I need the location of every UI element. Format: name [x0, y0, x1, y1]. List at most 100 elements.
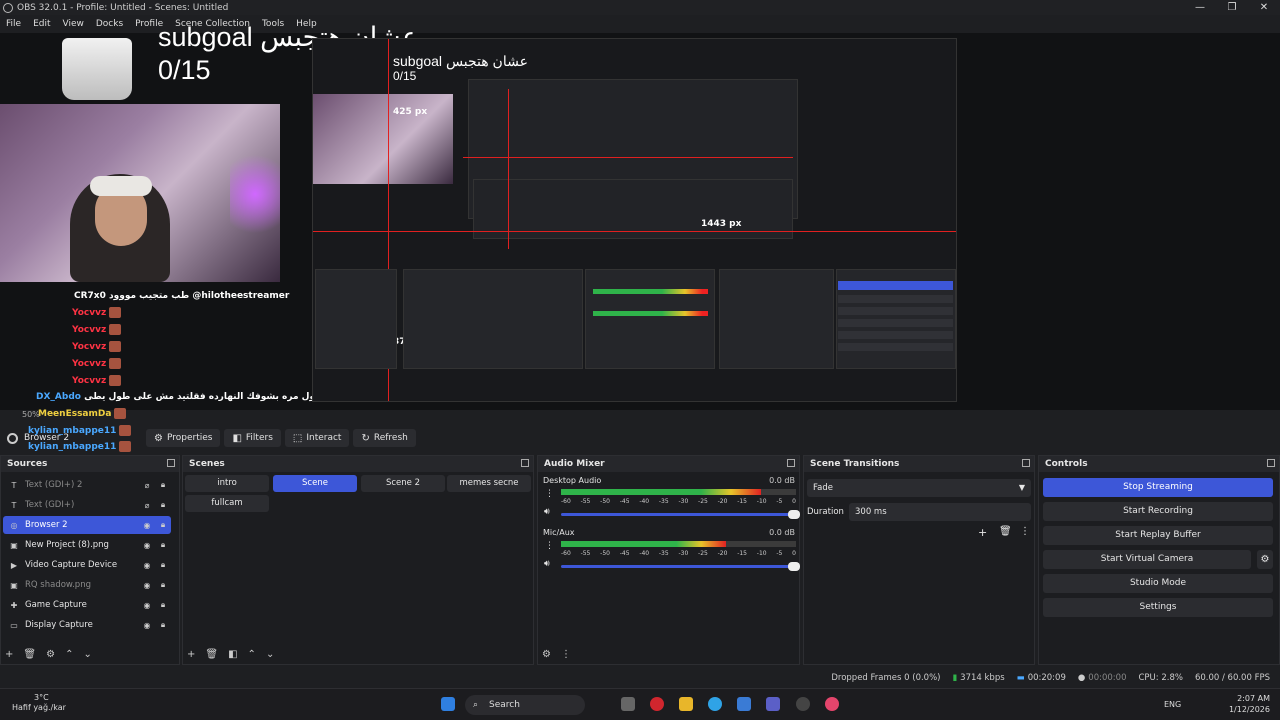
- scene-fullcam[interactable]: fullcam: [185, 495, 269, 512]
- add-source-button[interactable]: +: [5, 649, 13, 660]
- lock-icon[interactable]: 🔒︎: [155, 560, 171, 570]
- source-item[interactable]: ▭ Display Capture ◉ 🔒︎: [3, 616, 171, 634]
- scene-scene[interactable]: Scene: [273, 475, 357, 492]
- transition-select[interactable]: Fade ▼: [807, 479, 1031, 497]
- scene-memes-secne[interactable]: memes secne: [447, 475, 531, 492]
- eye-icon[interactable]: ◉: [139, 561, 155, 570]
- menu-file[interactable]: File: [0, 19, 27, 29]
- taskbar-search[interactable]: ⌕ Search: [465, 695, 585, 715]
- undock-icon[interactable]: [1267, 459, 1275, 467]
- undock-icon[interactable]: [1022, 459, 1030, 467]
- zoom-level[interactable]: 50%: [22, 410, 40, 419]
- stop-streaming-button[interactable]: Stop Streaming: [1043, 478, 1273, 497]
- remove-scene-button[interactable]: 🗑︎: [205, 649, 218, 660]
- duration-input[interactable]: 300 ms: [849, 503, 1031, 521]
- lock-icon[interactable]: 🔒︎: [155, 600, 171, 610]
- controls-title: Controls: [1045, 459, 1088, 469]
- lock-icon[interactable]: 🔒︎: [155, 540, 171, 550]
- undock-icon[interactable]: [787, 459, 795, 467]
- refresh-button[interactable]: ↻ Refresh: [353, 429, 416, 447]
- kebab-menu-icon[interactable]: ⋮: [561, 649, 571, 660]
- volume-slider[interactable]: [561, 562, 800, 571]
- undock-icon[interactable]: [167, 459, 175, 467]
- add-scene-button[interactable]: +: [187, 649, 195, 660]
- task-view-icon[interactable]: [621, 697, 635, 711]
- source-name: Display Capture: [25, 620, 93, 630]
- nested-stop-streaming: [838, 281, 953, 290]
- source-item[interactable]: T Text (GDI+) 2 ⌀ 🔒︎: [3, 476, 171, 494]
- kebab-menu-icon[interactable]: ⋮: [545, 489, 554, 499]
- volume-slider[interactable]: [561, 510, 800, 519]
- interact-button[interactable]: ⬚ Interact: [284, 429, 350, 447]
- language-indicator[interactable]: ENG: [1164, 700, 1181, 709]
- add-transition-button[interactable]: +: [978, 526, 987, 539]
- maximize-button[interactable]: ❐: [1216, 0, 1248, 15]
- move-up-icon[interactable]: ⌃: [248, 649, 256, 660]
- copilot-icon[interactable]: [708, 697, 722, 711]
- scene-scene-2[interactable]: Scene 2: [361, 475, 445, 492]
- start-replay-buffer-button[interactable]: Start Replay Buffer: [1043, 526, 1273, 545]
- volume-knob[interactable]: [788, 562, 800, 571]
- remove-source-button[interactable]: 🗑︎: [23, 649, 36, 660]
- source-item[interactable]: T Text (GDI+) ⌀ 🔒︎: [3, 496, 171, 514]
- source-item[interactable]: ▣ RQ shadow.png ◉ 🔒︎: [3, 576, 171, 594]
- text-icon: T: [11, 500, 17, 510]
- chat-line: Yocvvz: [72, 324, 122, 335]
- clock[interactable]: 2:07 AM 1/12/2026: [1229, 693, 1270, 715]
- source-name: Browser 2: [25, 520, 68, 530]
- lock-icon[interactable]: 🔒︎: [155, 580, 171, 590]
- undock-icon[interactable]: [521, 459, 529, 467]
- move-down-icon[interactable]: ⌄: [266, 649, 274, 660]
- source-item[interactable]: ✚ Game Capture ◉ 🔒︎: [3, 596, 171, 614]
- volume-knob[interactable]: [788, 510, 800, 519]
- minimize-button[interactable]: —: [1184, 0, 1216, 15]
- eye-hidden-icon[interactable]: ⌀: [139, 481, 155, 490]
- eye-icon[interactable]: ◉: [139, 621, 155, 630]
- virtual-camera-gear-icon[interactable]: ⚙: [1257, 550, 1273, 569]
- menu-view[interactable]: View: [57, 19, 90, 29]
- lock-icon[interactable]: 🔒︎: [155, 520, 171, 530]
- eye-hidden-icon[interactable]: ⌀: [139, 501, 155, 510]
- scene-intro[interactable]: intro: [185, 475, 269, 492]
- teams-icon[interactable]: [766, 697, 780, 711]
- speaker-icon[interactable]: 🔊︎: [544, 507, 550, 517]
- eye-icon[interactable]: ◉: [139, 581, 155, 590]
- eye-icon[interactable]: ◉: [139, 601, 155, 610]
- eye-icon[interactable]: ◉: [139, 541, 155, 550]
- file-explorer-icon[interactable]: [679, 697, 693, 711]
- menu-docks[interactable]: Docks: [90, 19, 129, 29]
- menu-edit[interactable]: Edit: [27, 19, 56, 29]
- eye-icon[interactable]: ◉: [139, 521, 155, 530]
- settings-button[interactable]: Settings: [1043, 598, 1273, 617]
- advanced-audio-gear-icon[interactable]: ⚙: [542, 649, 551, 660]
- properties-button[interactable]: ⚙ Properties: [146, 429, 221, 447]
- close-button[interactable]: ✕: [1248, 0, 1280, 15]
- filters-button[interactable]: ◧ Filters: [224, 429, 281, 447]
- source-properties-gear-icon[interactable]: ⚙: [46, 649, 55, 660]
- tick-label: -30: [678, 498, 689, 505]
- music-app-icon[interactable]: [825, 697, 839, 711]
- store-icon[interactable]: [737, 697, 751, 711]
- lock-icon[interactable]: 🔒︎: [155, 620, 171, 630]
- opera-icon[interactable]: [650, 697, 664, 711]
- start-menu-icon[interactable]: [441, 697, 455, 711]
- kebab-menu-icon[interactable]: ⋮: [1020, 526, 1030, 537]
- weather-widget[interactable]: 3°C Hafif yağ./kar: [12, 693, 66, 713]
- lock-icon[interactable]: 🔒︎: [155, 480, 171, 490]
- lock-icon[interactable]: 🔒︎: [155, 500, 171, 510]
- source-item[interactable]: ▶ Video Capture Device ◉ 🔒︎: [3, 556, 171, 574]
- source-item[interactable]: ▣ New Project (8).png ◉ 🔒︎: [3, 536, 171, 554]
- kebab-menu-icon[interactable]: ⋮: [545, 541, 554, 551]
- studio-mode-button[interactable]: Studio Mode: [1043, 574, 1273, 593]
- source-item[interactable]: ◎ Browser 2 ◉ 🔒︎: [3, 516, 171, 534]
- speaker-icon[interactable]: 🔊︎: [544, 559, 550, 569]
- move-up-icon[interactable]: ⌃: [65, 649, 73, 660]
- start-virtual-camera-button[interactable]: Start Virtual Camera: [1043, 550, 1251, 569]
- remove-transition-button[interactable]: 🗑︎: [999, 526, 1012, 537]
- scene-filters-icon[interactable]: ◧: [228, 649, 237, 660]
- obs-taskbar-icon[interactable]: [796, 697, 810, 711]
- move-down-icon[interactable]: ⌄: [83, 649, 91, 660]
- signal-icon: ▮: [952, 673, 958, 683]
- scenes-title: Scenes: [189, 459, 225, 469]
- start-recording-button[interactable]: Start Recording: [1043, 502, 1273, 521]
